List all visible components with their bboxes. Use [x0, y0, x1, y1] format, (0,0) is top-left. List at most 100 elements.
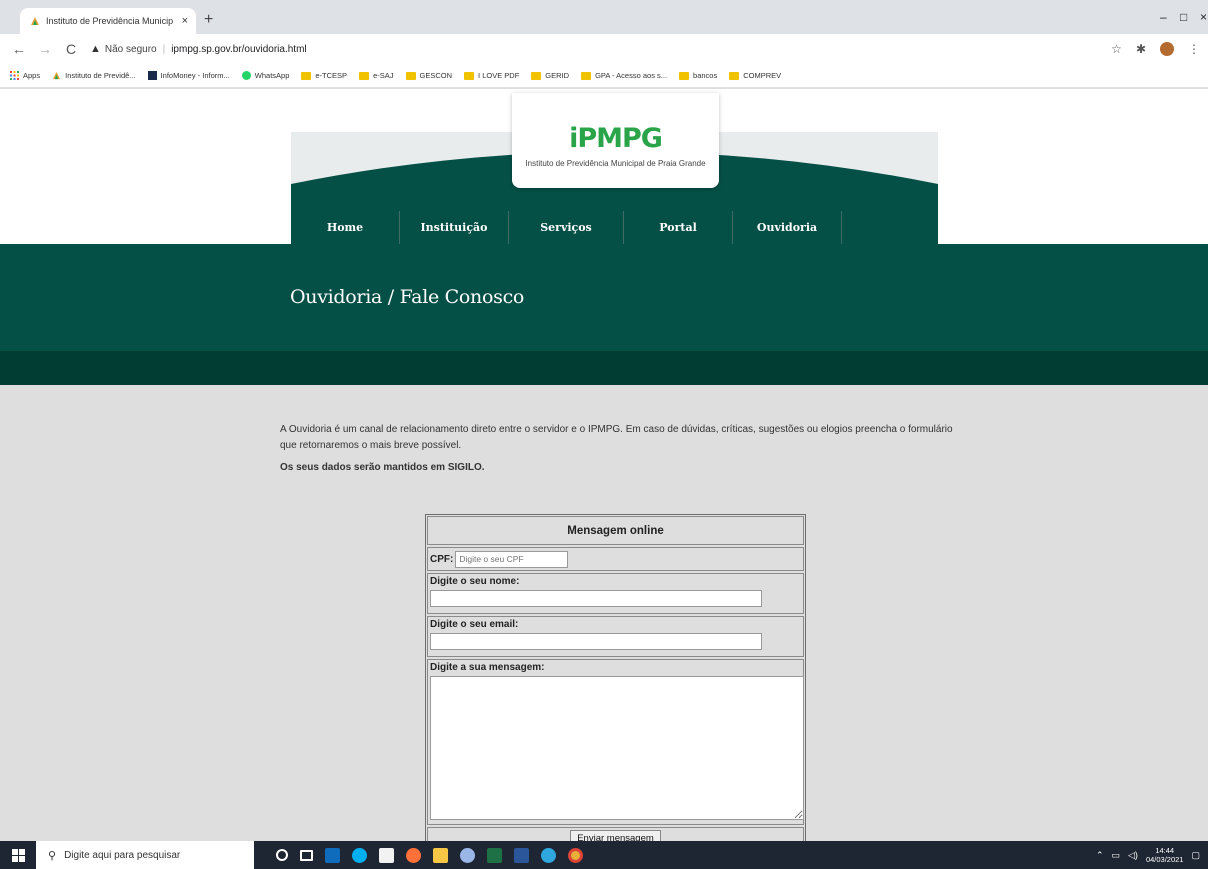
firefox-icon[interactable] [406, 847, 421, 863]
forward-arrow-icon[interactable]: → [38, 41, 52, 57]
site-logo[interactable]: iPMPG Instituto de Previdência Municipal… [512, 93, 719, 188]
store-icon[interactable] [379, 847, 394, 863]
bookmark-label: GESCON [419, 71, 453, 80]
excel-icon[interactable] [487, 847, 502, 863]
message-label: Digite a sua mensagem: [430, 662, 545, 673]
taskbar-search-placeholder: Digite aqui para pesquisar [64, 849, 181, 861]
bookmark-etcesp[interactable]: e-TCESP [301, 71, 347, 80]
paint-icon[interactable] [460, 847, 475, 863]
title-band: Ouvidoria / Fale Conosco [0, 244, 1208, 351]
bookmark-instituto[interactable]: Instituto de Previdê... [52, 71, 136, 80]
cpf-row: CPF: [427, 547, 804, 571]
clock-date: 04/03/2021 [1145, 855, 1184, 864]
bookmark-label: GERID [545, 71, 570, 80]
tab-title: Instituto de Previdência Municip [46, 16, 174, 26]
edge-icon[interactable] [541, 847, 556, 863]
notifications-icon[interactable]: ▢ [1191, 850, 1200, 861]
bookmark-whatsapp[interactable]: WhatsApp [241, 71, 289, 80]
bookmark-label: InfoMoney - Inform... [160, 71, 230, 80]
folder-icon [359, 71, 370, 80]
url-text[interactable]: ipmpg.sp.gov.br/ouvidoria.html [171, 44, 306, 55]
name-label: Digite o seu nome: [430, 576, 520, 587]
profile-avatar[interactable] [1160, 42, 1174, 56]
close-window-button[interactable]: × [1200, 10, 1207, 24]
nav-portal[interactable]: Portal [624, 211, 732, 244]
taskbar-search[interactable]: ⚲ Digite aqui para pesquisar [36, 841, 254, 869]
browser-tab[interactable]: Instituto de Previdência Municip × [20, 8, 196, 34]
message-textarea[interactable] [430, 676, 804, 820]
minimize-button[interactable]: – [1160, 10, 1167, 24]
skype-icon[interactable] [352, 847, 367, 863]
bookmark-bancos[interactable]: bancos [679, 71, 717, 80]
nav-divider [841, 211, 842, 244]
tab-close-icon[interactable]: × [182, 15, 188, 27]
network-icon[interactable]: ▭ [1112, 850, 1121, 861]
maximize-button[interactable]: □ [1180, 10, 1187, 24]
new-tab-button[interactable]: + [204, 11, 213, 29]
folder-icon [531, 71, 542, 80]
intro-text: A Ouvidoria é um canal de relacionamento… [280, 424, 953, 451]
taskbar-apps [276, 847, 583, 863]
nav-instituicao[interactable]: Instituição [400, 211, 508, 244]
bookmark-label: GPA - Acesso aos s... [595, 71, 668, 80]
clock-time: 14:44 [1155, 846, 1175, 855]
bookmark-gescon[interactable]: GESCON [405, 71, 453, 80]
toolbar-right: ☆ ✱ ⋮ [1111, 42, 1200, 56]
outlook-icon[interactable] [325, 847, 340, 863]
cpf-input[interactable] [455, 550, 569, 568]
word-icon[interactable] [514, 847, 529, 863]
whatsapp-icon [241, 71, 251, 80]
windows-taskbar: ⚲ Digite aqui para pesquisar ⌃ ▭ ◁) 14:4… [0, 841, 1208, 869]
bookmark-apps[interactable]: Apps [10, 71, 40, 80]
email-row: Digite o seu email: [427, 616, 804, 657]
folder-icon [679, 71, 690, 80]
back-arrow-icon[interactable]: ← [12, 41, 26, 57]
address-bar[interactable]: ▲ Não seguro | ipmpg.sp.gov.br/ouvidoria… [90, 43, 307, 55]
reload-icon[interactable]: C [64, 41, 78, 57]
start-button[interactable] [0, 841, 36, 869]
bookmarks-bar: Apps Instituto de Previdê... InfoMoney -… [0, 64, 1208, 88]
cortana-icon[interactable] [276, 849, 288, 861]
chrome-icon[interactable] [568, 847, 583, 863]
bookmark-label: I LOVE PDF [478, 71, 520, 80]
extensions-icon[interactable]: ✱ [1136, 42, 1146, 56]
email-input[interactable] [430, 633, 762, 650]
bookmark-ilovepdf[interactable]: I LOVE PDF [464, 71, 519, 80]
nav-ouvidoria[interactable]: Ouvidoria [733, 211, 841, 244]
bookmark-label: COMPREV [743, 71, 782, 80]
security-label: Não seguro [104, 43, 157, 55]
bookmark-comprev[interactable]: COMPREV [729, 71, 781, 80]
task-view-icon[interactable] [300, 849, 313, 861]
submit-row: Enviar mensagem [427, 827, 804, 841]
web-page: iPMPG Instituto de Previdência Municipal… [0, 89, 1208, 841]
send-message-button[interactable]: Enviar mensagem [570, 830, 661, 841]
nav-servicos[interactable]: Serviços [509, 211, 623, 244]
tray-chevron-icon[interactable]: ⌃ [1096, 850, 1104, 861]
volume-icon[interactable]: ◁) [1128, 850, 1138, 861]
folder-icon [405, 71, 416, 80]
page-title: Ouvidoria / Fale Conosco [290, 286, 525, 308]
bookmark-infomoney[interactable]: InfoMoney - Inform... [147, 71, 230, 80]
logo-subtitle: Instituto de Previdência Municipal de Pr… [525, 159, 706, 168]
contact-form: Mensagem online CPF: Digite o seu nome: … [425, 514, 806, 841]
bookmark-label: e-SAJ [373, 71, 394, 80]
bookmark-label: Instituto de Previdê... [65, 71, 136, 80]
clock[interactable]: 14:44 04/03/2021 [1146, 846, 1184, 864]
main-nav: Home Instituição Serviços Portal Ouvidor… [291, 211, 938, 244]
message-row: Digite a sua mensagem: [427, 659, 804, 825]
bookmark-label: e-TCESP [315, 71, 348, 80]
email-label: Digite o seu email: [430, 619, 519, 630]
name-row: Digite o seu nome: [427, 573, 804, 614]
system-tray: ⌃ ▭ ◁) 14:44 04/03/2021 ▢ [1096, 841, 1200, 869]
bookmark-esaj[interactable]: e-SAJ [359, 71, 394, 80]
file-explorer-icon[interactable] [433, 847, 448, 863]
bookmark-gpa[interactable]: GPA - Acesso aos s... [581, 71, 667, 80]
intro-section: A Ouvidoria é um canal de relacionamento… [280, 422, 960, 476]
name-input[interactable] [430, 590, 762, 607]
bookmark-gerid[interactable]: GERID [531, 71, 569, 80]
bookmark-star-icon[interactable]: ☆ [1111, 42, 1122, 56]
browser-menu-icon[interactable]: ⋮ [1188, 42, 1200, 56]
nav-home[interactable]: Home [291, 211, 399, 244]
form-title: Mensagem online [427, 516, 804, 545]
logo-mark: iPMPG [569, 123, 663, 154]
